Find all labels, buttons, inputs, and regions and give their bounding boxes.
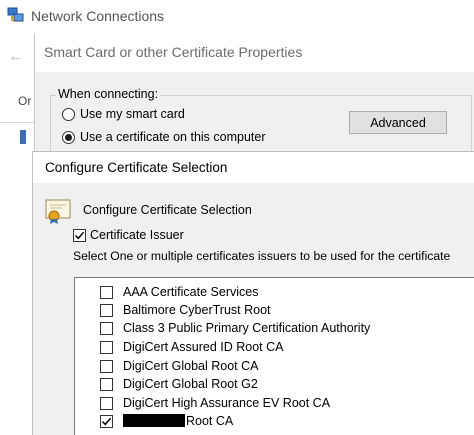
issuer-checkbox-checked[interactable] (100, 415, 113, 428)
certificate-issuer-checkbox[interactable] (73, 229, 86, 242)
issuer-label[interactable]: DigiCert Assured ID Root CA (123, 340, 283, 354)
smartcard-dialog-titlebar: Smart Card or other Certificate Properti… (35, 34, 474, 72)
config-dialog-titlebar: Configure Certificate Selection (33, 152, 474, 183)
dialog-title: Smart Card or other Certificate Properti… (44, 44, 303, 60)
issuer-checkbox[interactable] (100, 360, 113, 373)
issuer-label[interactable]: DigiCert Global Root CA (123, 359, 258, 373)
issuer-checkbox[interactable] (100, 322, 113, 335)
issuer-label[interactable]: Root CA (123, 414, 233, 428)
issuer-label[interactable]: Class 3 Public Primary Certification Aut… (123, 321, 370, 335)
back-arrow-icon[interactable]: ← (8, 48, 24, 66)
use-certificate-label[interactable]: Use a certificate on this computer (80, 130, 266, 144)
config-heading: Configure Certificate Selection (83, 203, 252, 217)
issuer-label[interactable]: DigiCert High Assurance EV Root CA (123, 396, 330, 410)
issuer-checkbox[interactable] (100, 378, 113, 391)
network-connections-titlebar: Network Connections (0, 0, 474, 34)
instruction-text: Select One or multiple certificates issu… (73, 249, 451, 263)
issuer-checkbox[interactable] (100, 304, 113, 317)
certificate-issuer-label[interactable]: Certificate Issuer (90, 228, 184, 242)
divider (0, 122, 36, 123)
issuer-label[interactable]: DigiCert Global Root G2 (123, 377, 258, 391)
redaction-bar (123, 414, 185, 427)
group-label: When connecting: (56, 87, 161, 101)
certificate-icon (45, 199, 71, 224)
checkmark-icon (74, 231, 85, 240)
issuer-label[interactable]: AAA Certificate Services (123, 285, 258, 299)
issuer-label[interactable]: Baltimore CyberTrust Root (123, 303, 271, 317)
use-smart-card-radio[interactable] (62, 108, 75, 121)
issuer-checkbox[interactable] (100, 397, 113, 410)
dialog-title: Configure Certificate Selection (45, 160, 228, 175)
adapter-icon (20, 130, 26, 144)
use-certificate-radio[interactable] (62, 131, 75, 144)
issuer-name: Root CA (186, 414, 234, 428)
use-smart-card-label[interactable]: Use my smart card (80, 107, 185, 121)
configure-certificate-selection-dialog: Configure Certificate Selection Configur… (32, 151, 474, 435)
sidebar-partial-text: Or (18, 94, 32, 108)
checkmark-icon (101, 417, 112, 426)
issuer-checkbox[interactable] (100, 341, 113, 354)
issuer-list[interactable]: AAA Certificate Services Baltimore Cyber… (74, 277, 474, 435)
window-title: Network Connections (31, 8, 165, 24)
network-connections-icon (7, 7, 24, 22)
advanced-button[interactable]: Advanced (349, 111, 447, 134)
issuer-checkbox[interactable] (100, 286, 113, 299)
